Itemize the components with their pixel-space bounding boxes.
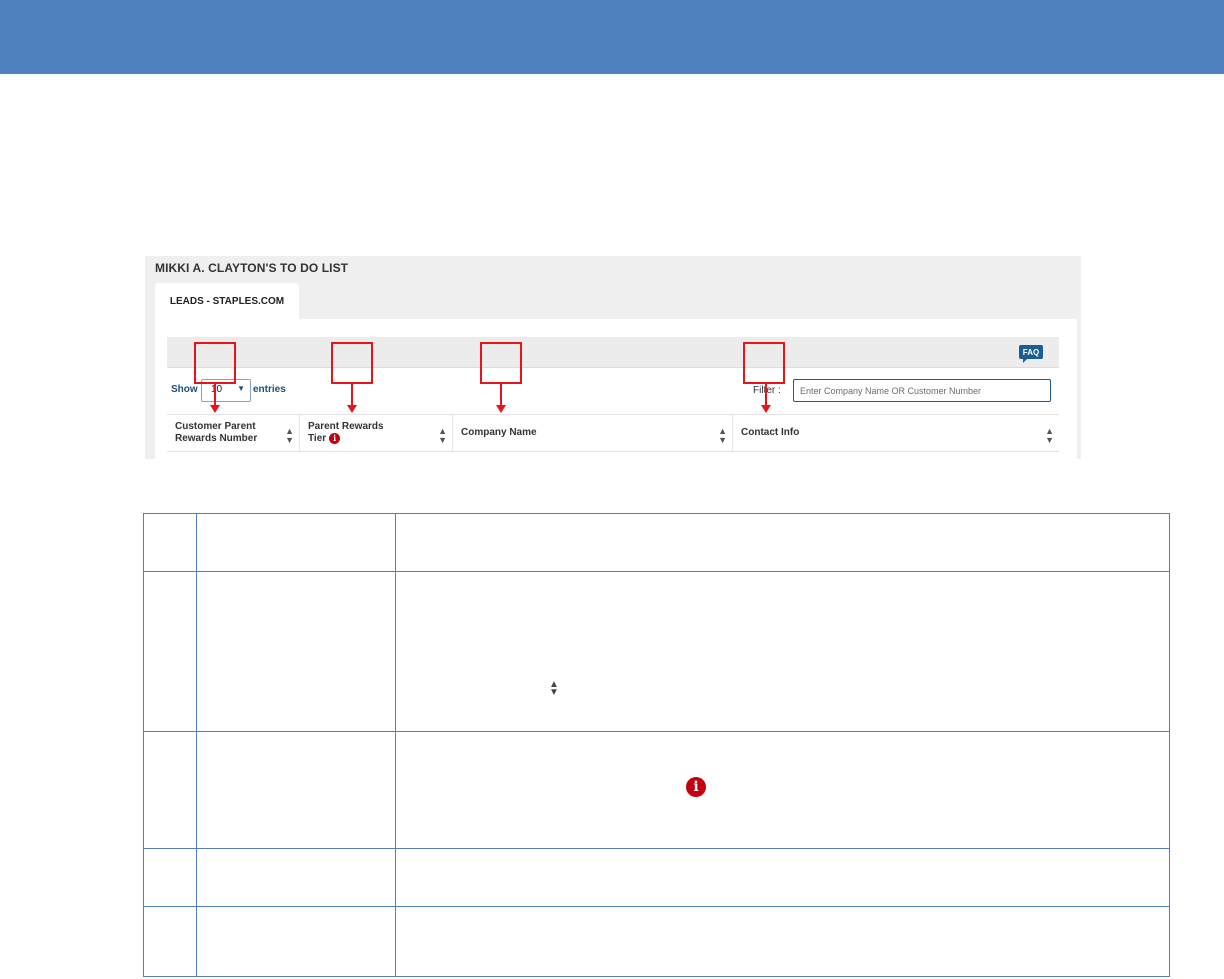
table-cell	[395, 905, 1170, 978]
tab-leads-staples-label: LEADS - STAPLES.COM	[169, 295, 285, 307]
callout-box-2	[331, 342, 373, 384]
leads-panel: FAQ Show 10 ▼ entries Filter : Customer …	[155, 319, 1077, 459]
callout-arrow-2	[351, 384, 353, 406]
todo-list-screenshot: MIKKI A. CLAYTON'S TO DO LIST LEADS - ST…	[145, 256, 1081, 459]
panel-toolbar	[167, 337, 1059, 368]
info-icon[interactable]: i	[329, 433, 341, 444]
column-header-label-line1: Customer Parent	[175, 421, 256, 432]
entries-select-value: 10	[211, 384, 223, 395]
table-cell	[395, 847, 1170, 907]
callout-box-4	[743, 342, 785, 384]
field-description-table	[143, 512, 1170, 978]
table-cell	[196, 905, 396, 978]
table-cell	[395, 731, 1170, 849]
table-row	[143, 905, 1170, 978]
entries-label: entries	[253, 384, 286, 395]
sort-icon[interactable]: ▲ ▼	[718, 427, 727, 445]
table-header: Customer Parent Rewards Number ▲ ▼ Parent…	[167, 414, 1059, 452]
sort-icon[interactable]: ▲ ▼	[285, 427, 294, 445]
callout-box-1	[194, 342, 236, 384]
column-header-contact-info[interactable]: Contact Info ▲ ▼	[733, 415, 1059, 451]
table-cell	[143, 731, 197, 849]
arrow-down-icon	[761, 405, 771, 413]
callout-box-3	[480, 342, 522, 384]
arrow-down-icon	[347, 405, 357, 413]
table-cell	[143, 905, 197, 978]
callout-arrow-3	[500, 384, 502, 406]
table-row	[143, 571, 1170, 733]
table-cell	[143, 512, 197, 573]
table-cell	[143, 571, 197, 733]
column-header-parent-rewards-tier[interactable]: Parent Rewards Tier i ▲ ▼	[300, 415, 453, 451]
sort-icon[interactable]: ▲ ▼	[438, 427, 447, 445]
header-bar	[0, 0, 1224, 74]
callout-arrow-1	[214, 384, 216, 406]
chevron-down-icon: ▼	[237, 384, 245, 393]
table-cell	[196, 731, 396, 849]
arrow-down-icon	[210, 405, 220, 413]
show-label: Show	[171, 384, 198, 395]
table-header-row	[143, 512, 1170, 573]
arrow-down-icon	[496, 405, 506, 413]
sort-icon[interactable]: ▲ ▼	[1045, 427, 1054, 445]
table-cell	[143, 847, 197, 907]
table-cell	[395, 571, 1170, 733]
info-icon: i	[686, 777, 706, 797]
table-cell	[196, 571, 396, 733]
todo-list-title: MIKKI A. CLAYTON'S TO DO LIST	[155, 261, 349, 275]
column-header-label-line1: Parent Rewards	[308, 421, 384, 432]
table-row	[143, 847, 1170, 907]
column-header-company-name[interactable]: Company Name ▲ ▼	[453, 415, 733, 451]
table-cell	[395, 512, 1170, 573]
column-header-label: Company Name	[461, 427, 537, 438]
table-cell	[196, 512, 396, 573]
column-header-label-line2: Tier	[308, 433, 327, 445]
table-row	[143, 731, 1170, 849]
sort-icon: ▲ ▼	[549, 679, 559, 698]
filter-input[interactable]	[793, 379, 1051, 402]
column-header-customer-parent-rewards-number[interactable]: Customer Parent Rewards Number ▲ ▼	[167, 415, 300, 451]
callout-arrow-4	[765, 384, 767, 406]
column-header-label: Contact Info	[741, 427, 800, 438]
table-cell	[196, 847, 396, 907]
faq-button[interactable]: FAQ	[1019, 345, 1043, 363]
column-header-label-line2: Rewards Number	[175, 433, 258, 444]
tab-leads-staples[interactable]: LEADS - STAPLES.COM	[155, 283, 299, 321]
